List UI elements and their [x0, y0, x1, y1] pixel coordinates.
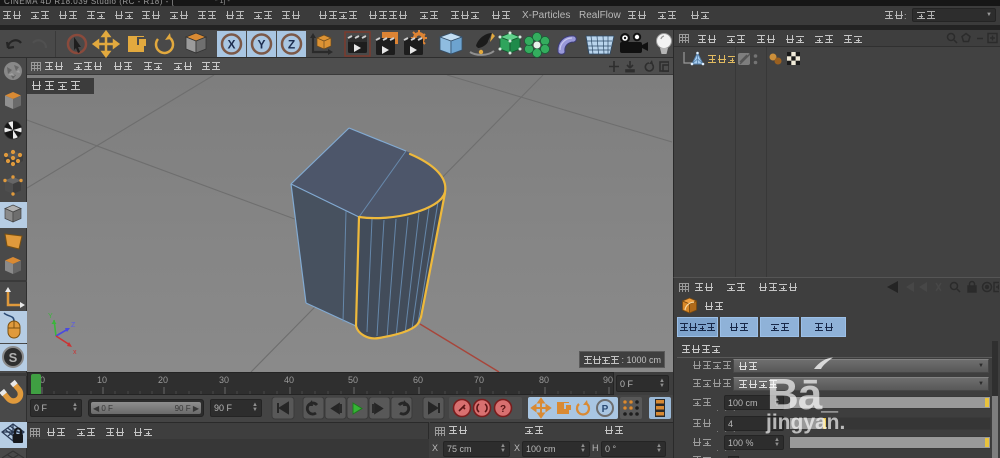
svg-text:X: X [227, 38, 235, 52]
svg-text:20: 20 [158, 375, 168, 385]
svg-text:Z: Z [288, 38, 295, 52]
svg-text:70: 70 [474, 375, 484, 385]
svg-text:10: 10 [97, 375, 107, 385]
svg-text:90: 90 [603, 375, 613, 385]
svg-text:40: 40 [284, 375, 294, 385]
svg-text:60: 60 [413, 375, 423, 385]
svg-text:50: 50 [348, 375, 358, 385]
svg-text:S: S [9, 350, 18, 365]
svg-text:Y: Y [48, 313, 53, 320]
svg-text:Z: Z [71, 322, 76, 329]
svg-text:80: 80 [539, 375, 549, 385]
svg-text:x: x [73, 349, 77, 356]
svg-text:?: ? [500, 404, 506, 415]
svg-text:P: P [602, 404, 609, 415]
svg-text:30: 30 [219, 375, 229, 385]
svg-text:Y: Y [257, 38, 265, 52]
